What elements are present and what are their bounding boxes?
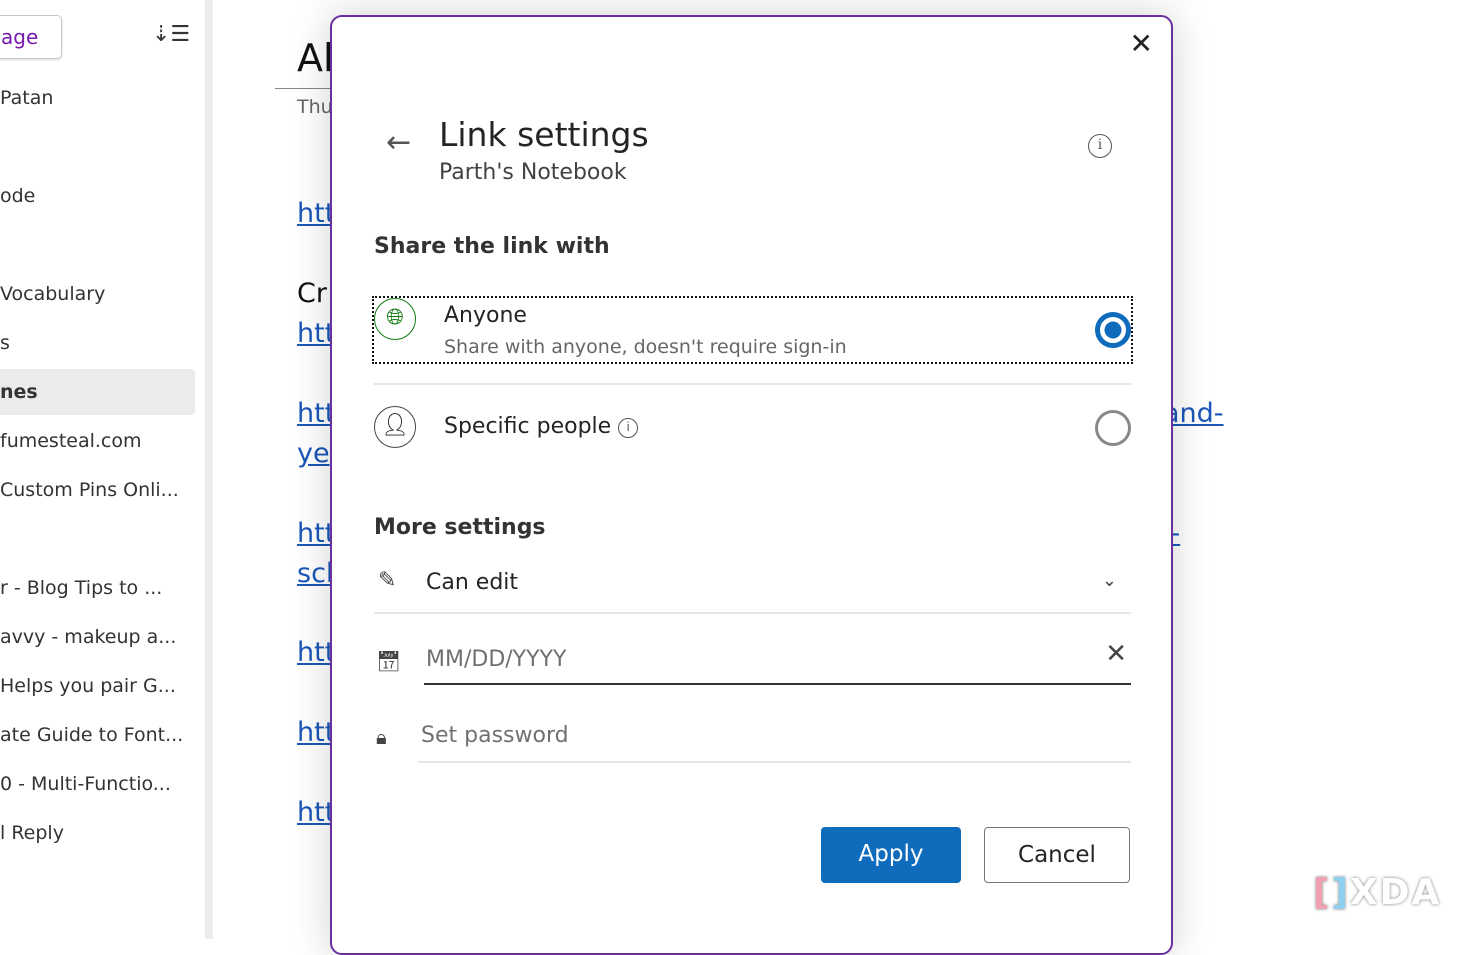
link-settings-dialog: ✕ ← Link settings Parth's Notebook i Sha… bbox=[330, 15, 1173, 955]
clear-icon[interactable]: ✕ bbox=[1105, 639, 1127, 669]
option-specific-people[interactable]: 👤︎ Specific people i bbox=[374, 406, 1131, 470]
page-title: Al bbox=[297, 36, 334, 80]
option-label-wrap: Specific people i bbox=[444, 414, 639, 439]
lock-icon: 🔒︎ bbox=[376, 725, 387, 749]
password-input[interactable]: Set password bbox=[418, 715, 1131, 763]
sidebar-page-item[interactable]: fumesteal.com bbox=[0, 418, 195, 464]
sidebar-page-item[interactable]: Helps you pair G... bbox=[0, 663, 195, 709]
sidebar-page-item[interactable]: 0 - Multi-Functio... bbox=[0, 761, 195, 807]
xda-watermark-logo: []XDA bbox=[1313, 872, 1442, 913]
info-icon[interactable]: i bbox=[618, 418, 639, 438]
apply-button[interactable]: Apply bbox=[821, 827, 961, 883]
chevron-down-icon: ⌄ bbox=[1101, 570, 1117, 591]
more-settings-heading: More settings bbox=[374, 515, 546, 540]
add-page-button[interactable]: age bbox=[0, 15, 62, 59]
sidebar-page-item[interactable]: ode bbox=[0, 173, 195, 219]
share-heading: Share the link with bbox=[374, 234, 610, 259]
page-list-sidebar: age ⇣☰ Patan ode Vocabulary s nes fumesteal.c… bbox=[0, 0, 205, 939]
globe-icon: 🌐︎ bbox=[374, 298, 416, 340]
info-icon[interactable]: i bbox=[1088, 134, 1112, 158]
expiration-date-input[interactable]: MM/DD/YYYY ✕ bbox=[424, 637, 1131, 685]
page-text: Cr bbox=[297, 278, 327, 309]
sidebar-page-item[interactable]: Patan bbox=[0, 75, 195, 121]
cancel-button[interactable]: Cancel bbox=[984, 827, 1130, 883]
option-description: Share with anyone, doesn't require sign-… bbox=[444, 336, 847, 358]
divider bbox=[374, 383, 1131, 385]
calendar-icon: 📅︎ bbox=[376, 649, 402, 673]
option-anyone[interactable]: 🌐︎ Anyone Share with anyone, doesn't req… bbox=[372, 296, 1133, 364]
page-link[interactable]: ye bbox=[297, 438, 330, 469]
pencil-icon: ✎ bbox=[378, 568, 397, 593]
sidebar-page-item[interactable]: Vocabulary bbox=[0, 271, 195, 317]
back-arrow-icon[interactable]: ← bbox=[386, 125, 411, 160]
password-placeholder: Set password bbox=[421, 723, 569, 748]
dialog-title: Link settings bbox=[439, 115, 649, 154]
option-label: Anyone bbox=[444, 303, 527, 328]
notebook-name: Parth's Notebook bbox=[439, 160, 627, 185]
close-icon[interactable]: ✕ bbox=[1130, 27, 1153, 60]
sidebar-page-item[interactable]: r - Blog Tips to ... bbox=[0, 565, 195, 611]
page-date: Thu bbox=[297, 96, 333, 118]
page-link[interactable]: scl bbox=[297, 558, 333, 589]
sidebar-page-item[interactable]: avvy - makeup a... bbox=[0, 614, 195, 660]
sidebar-page-item[interactable]: nes bbox=[0, 369, 195, 415]
sidebar-page-item[interactable]: ate Guide to Font... bbox=[0, 712, 195, 758]
title-underline bbox=[275, 88, 335, 89]
sidebar-page-item[interactable]: l Reply bbox=[0, 810, 195, 856]
date-placeholder: MM/DD/YYYY bbox=[426, 647, 567, 672]
sidebar-page-item[interactable]: Custom Pins Onli... bbox=[0, 467, 195, 513]
sidebar-divider[interactable] bbox=[205, 0, 213, 939]
radio-anyone-selected[interactable] bbox=[1095, 312, 1131, 348]
person-add-icon: 👤︎ bbox=[374, 406, 416, 448]
radio-specific-people[interactable] bbox=[1095, 410, 1131, 446]
permission-dropdown[interactable]: ✎ Can edit ⌄ bbox=[374, 562, 1131, 614]
option-label: Specific people bbox=[444, 414, 612, 439]
sort-icon[interactable]: ⇣☰ bbox=[152, 22, 190, 47]
permission-value: Can edit bbox=[426, 570, 519, 595]
sidebar-page-item[interactable]: s bbox=[0, 320, 195, 366]
